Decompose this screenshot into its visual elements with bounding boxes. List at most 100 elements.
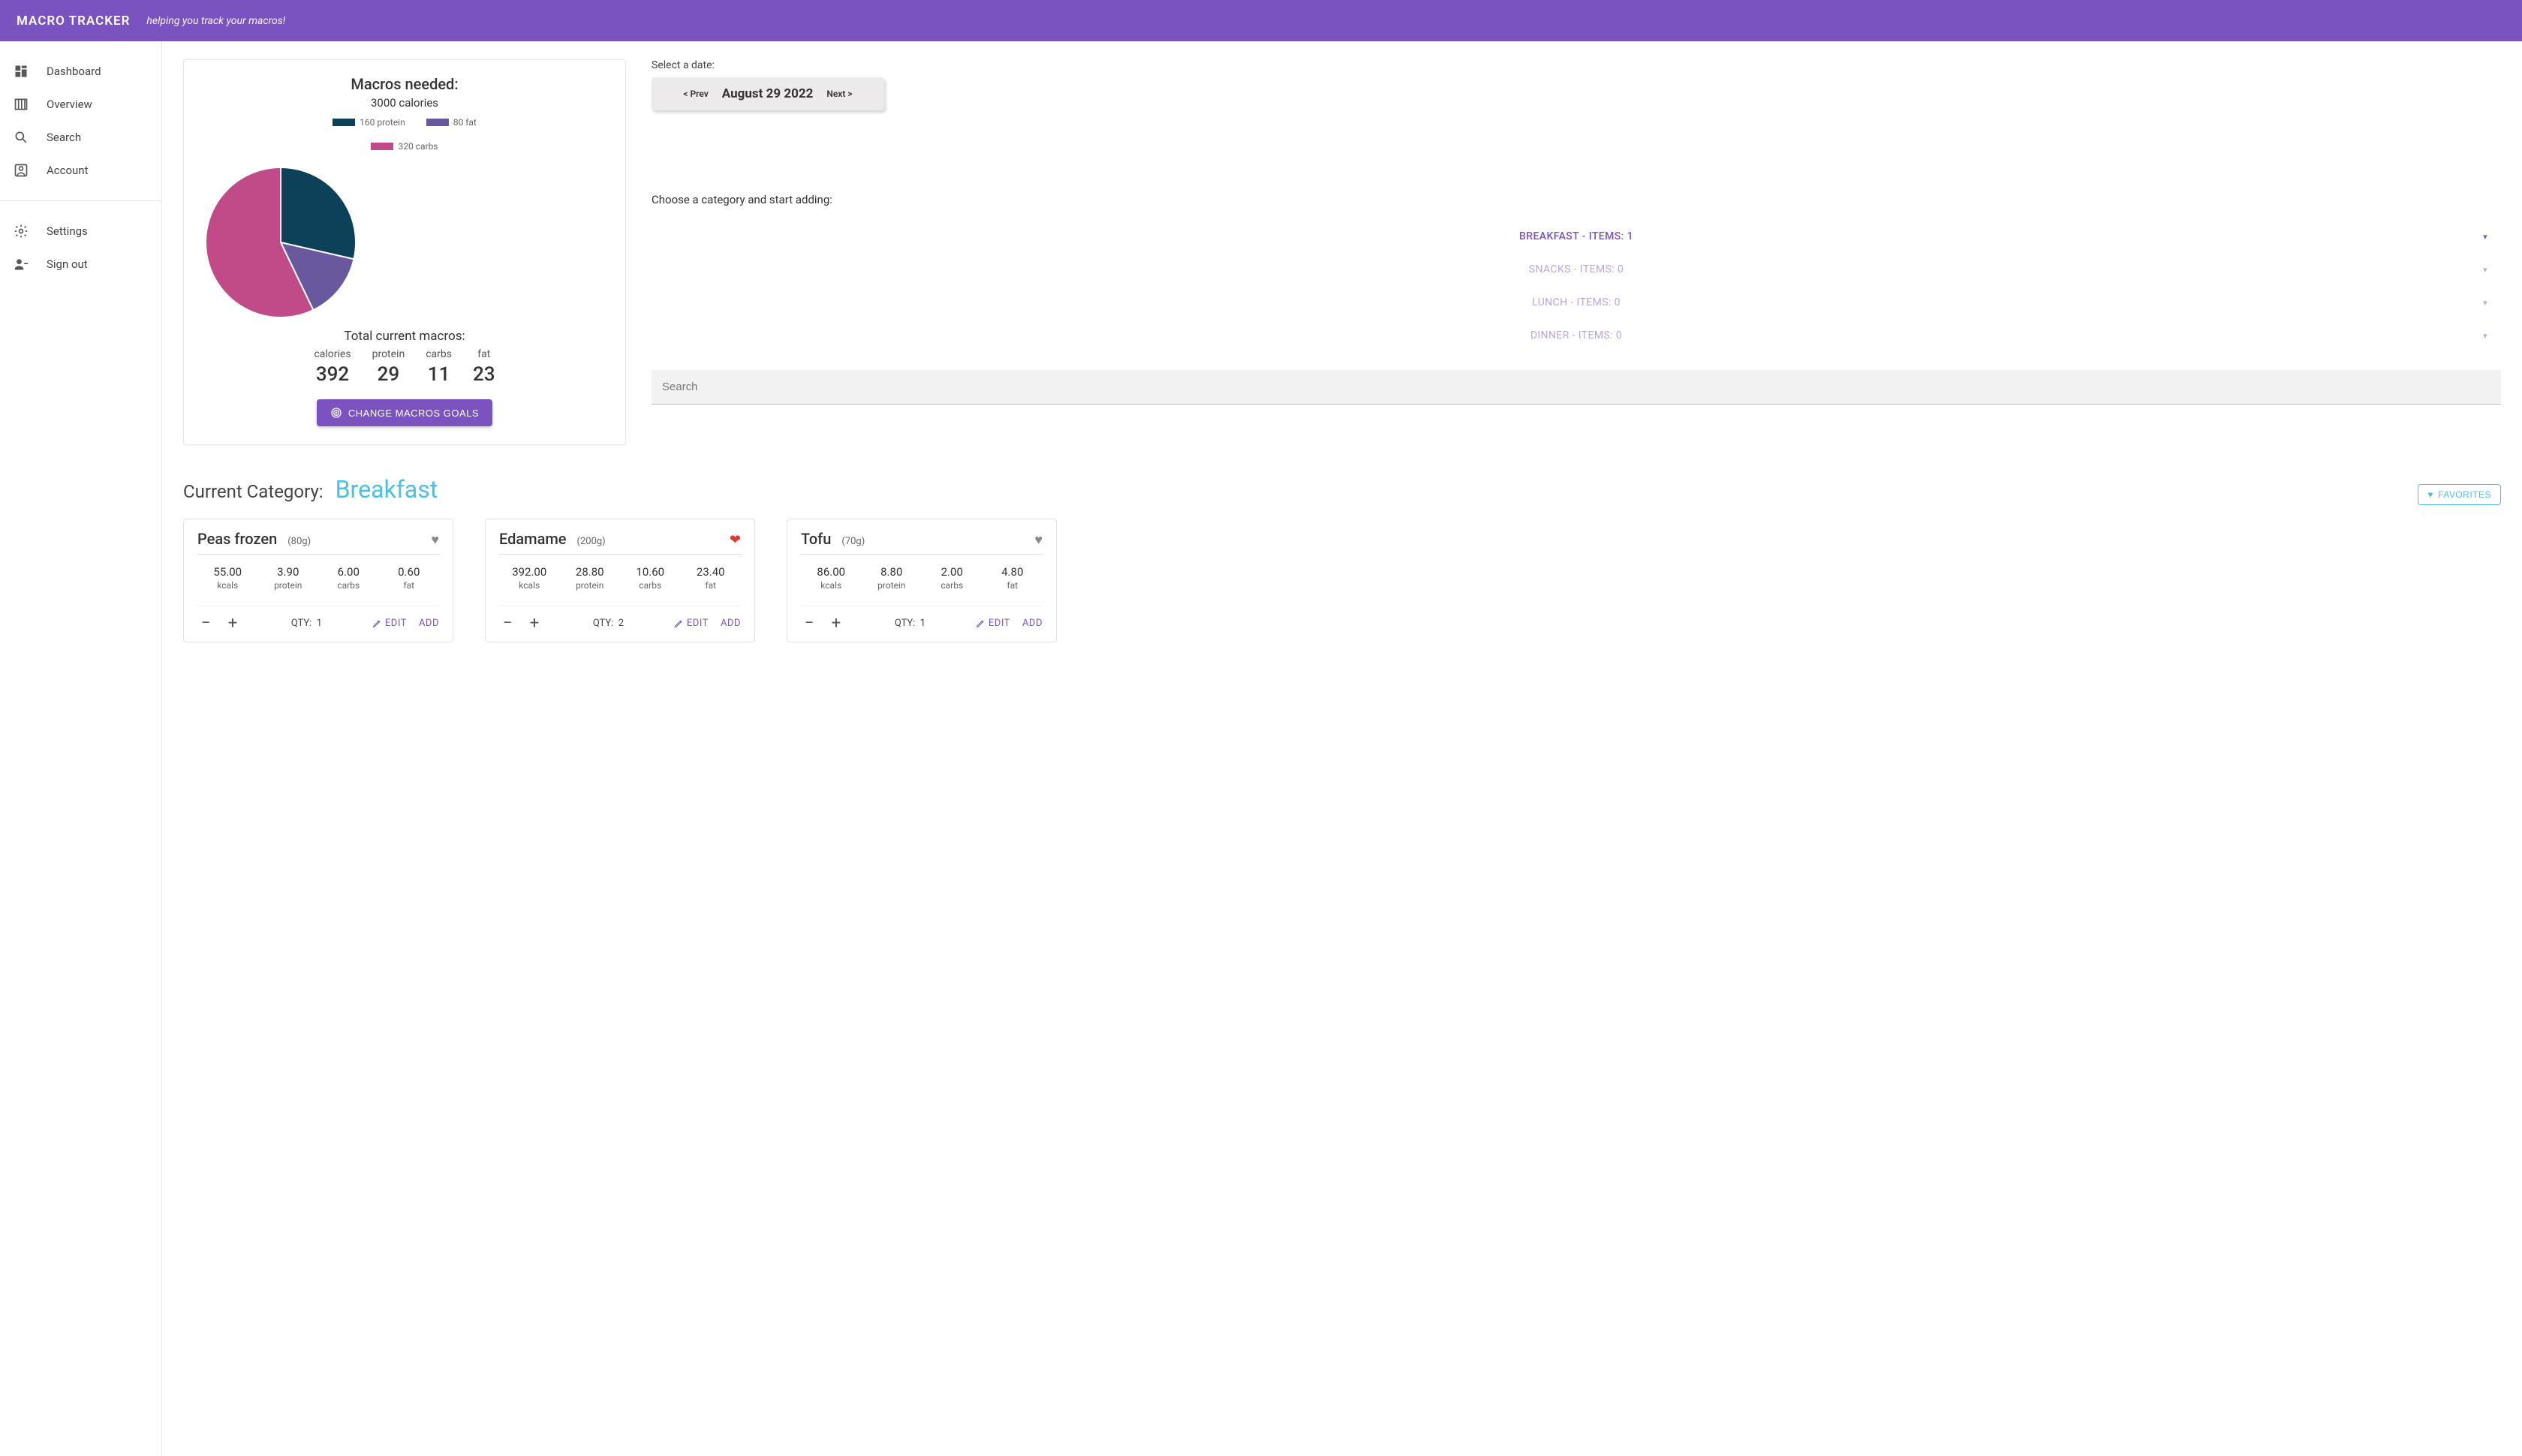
pie-chart [202, 164, 607, 321]
heart-icon[interactable]: ❤ [730, 532, 741, 548]
total-fat-value: 23 [473, 363, 495, 386]
sidebar-divider [0, 200, 161, 201]
total-carbs-value: 11 [426, 363, 452, 386]
add-button[interactable]: ADD [419, 618, 439, 629]
food-card: Peas frozen(80g)♥55.00kcals3.90protein6.… [183, 519, 453, 642]
topbar: MACRO TRACKER helping you track your mac… [0, 0, 2522, 41]
chevron-down-icon: ▾ [2483, 331, 2487, 341]
heart-icon[interactable]: ♥ [431, 532, 439, 548]
choose-category-label: Choose a category and start adding: [652, 193, 2501, 206]
sidebar-item-dashboard[interactable]: Dashboard [0, 55, 161, 88]
sidebar-item-label: Settings [47, 224, 88, 238]
food-carbs: 10.60 [620, 565, 681, 579]
pencil-icon [674, 618, 684, 628]
totals-row: calories392 protein29 carbs11 fat23 [202, 348, 607, 386]
edit-button[interactable]: EDIT [674, 618, 709, 629]
pencil-icon [976, 618, 986, 628]
food-fat: 0.60 [379, 565, 440, 579]
total-carbs-label: carbs [426, 348, 452, 360]
macros-card: Macros needed: 3000 calories 160 protein… [183, 59, 626, 445]
food-kcals: 392.00 [499, 565, 560, 579]
sidebar-item-sign-out[interactable]: Sign out [0, 248, 161, 281]
date-next-button[interactable]: Next > [826, 89, 852, 99]
qty-decrease-button[interactable]: − [197, 614, 214, 633]
heart-icon: ♥ [2427, 489, 2433, 500]
category-item[interactable]: BREAKFAST - ITEMS: 1▾ [652, 220, 2501, 253]
edit-button[interactable]: EDIT [372, 618, 407, 629]
add-button[interactable]: ADD [721, 618, 741, 629]
sidebar-item-account[interactable]: Account [0, 154, 161, 187]
category-accordion: BREAKFAST - ITEMS: 1▾SNACKS - ITEMS: 0▾L… [652, 220, 2501, 352]
signout-icon [12, 255, 30, 273]
qty-label: QTY: 1 [895, 618, 925, 629]
account-icon [12, 161, 30, 179]
pencil-icon [372, 618, 382, 628]
food-amount: (80g) [287, 536, 311, 547]
macros-calories: 3000 calories [202, 96, 607, 110]
sidebar-item-search[interactable]: Search [0, 121, 161, 154]
target-icon [330, 407, 342, 419]
category-item[interactable]: LUNCH - ITEMS: 0▾ [652, 286, 2501, 319]
category-item[interactable]: SNACKS - ITEMS: 0▾ [652, 253, 2501, 286]
food-protein: 3.90 [258, 565, 319, 579]
food-carbs: 6.00 [318, 565, 379, 579]
food-name: Tofu [801, 530, 831, 548]
total-protein-label: protein [372, 348, 405, 360]
favorites-button[interactable]: ♥ FAVORITES [2418, 484, 2501, 505]
current-category-name: Breakfast [336, 475, 438, 504]
sidebar-item-overview[interactable]: Overview [0, 88, 161, 121]
qty-label: QTY: 1 [291, 618, 322, 629]
qty-increase-button[interactable]: + [828, 614, 844, 633]
main-content: Macros needed: 3000 calories 160 protein… [162, 41, 2522, 1456]
qty-increase-button[interactable]: + [526, 614, 543, 633]
app-brand: MACRO TRACKER [17, 14, 130, 29]
app-tagline: helping you track your macros! [146, 15, 285, 27]
food-card: Tofu(70g)♥86.00kcals8.80protein2.00carbs… [787, 519, 1057, 642]
sidebar-item-label: Account [47, 164, 89, 177]
qty-increase-button[interactable]: + [224, 614, 241, 633]
food-amount: (200g) [577, 536, 606, 547]
legend-fat: 80 fat [453, 117, 477, 128]
sidebar-item-label: Dashboard [47, 65, 101, 78]
favorites-label: FAVORITES [2438, 489, 2491, 500]
change-macros-button[interactable]: CHANGE MACROS GOALS [317, 399, 492, 426]
category-label: DINNER - ITEMS: 0 [1530, 329, 1622, 341]
total-calories-value: 392 [314, 363, 351, 386]
sidebar: Dashboard Overview Search Account Settings S… [0, 41, 162, 1456]
heart-icon[interactable]: ♥ [1034, 532, 1043, 548]
food-fat: 4.80 [983, 565, 1043, 579]
legend-swatch-protein [333, 119, 355, 126]
edit-button[interactable]: EDIT [976, 618, 1010, 629]
date-prev-button[interactable]: < Prev [683, 89, 708, 99]
sidebar-item-label: Search [47, 131, 81, 144]
qty-decrease-button[interactable]: − [499, 614, 516, 633]
dashboard-icon [12, 62, 30, 80]
sidebar-item-settings[interactable]: Settings [0, 215, 161, 248]
food-protein: 28.80 [560, 565, 621, 579]
total-protein-value: 29 [372, 363, 405, 386]
legend-protein: 160 protein [360, 117, 405, 128]
right-column: Select a date: < Prev August 29 2022 Nex… [652, 59, 2501, 405]
gear-icon [12, 222, 30, 240]
change-macros-label: CHANGE MACROS GOALS [348, 408, 479, 419]
legend-swatch-carbs [371, 143, 393, 150]
sidebar-item-label: Overview [47, 98, 92, 111]
sidebar-item-label: Sign out [47, 257, 88, 271]
macros-title: Macros needed: [202, 75, 607, 93]
qty-decrease-button[interactable]: − [801, 614, 817, 633]
category-item[interactable]: DINNER - ITEMS: 0 ▾ [652, 319, 2501, 352]
total-calories-label: calories [314, 348, 351, 360]
qty-label: QTY: 2 [593, 618, 624, 629]
add-button[interactable]: ADD [1022, 618, 1043, 629]
food-card: Edamame(200g)❤392.00kcals28.80protein10.… [485, 519, 755, 642]
food-kcals: 86.00 [801, 565, 862, 579]
search-input[interactable] [652, 370, 2501, 405]
food-amount: (70g) [841, 536, 865, 547]
date-selector: < Prev August 29 2022 Next > [652, 77, 884, 110]
food-name: Peas frozen [197, 530, 277, 548]
chevron-down-icon: ▾ [2483, 232, 2487, 242]
food-carbs: 2.00 [922, 565, 983, 579]
search-icon [12, 128, 30, 146]
food-name: Edamame [499, 530, 567, 548]
food-grid: Peas frozen(80g)♥55.00kcals3.90protein6.… [183, 519, 2501, 642]
